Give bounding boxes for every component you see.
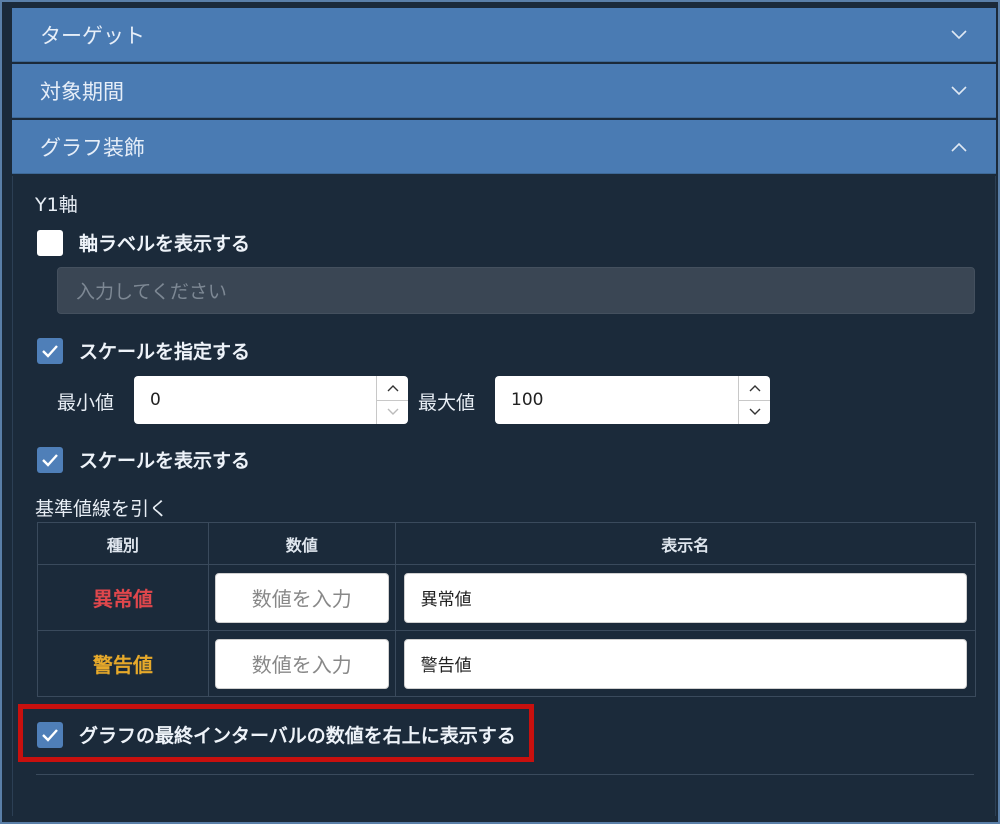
reference-lines-table: 種別 数値 表示名 異常値 数値を入力 異常値 警告値 数値を入力 警告値 [37, 522, 977, 697]
settings-frame: ターゲット 対象期間 グラフ装飾 Y1軸 軸ラベルを表示する 入力してください [0, 0, 1000, 824]
checkbox-unchecked-icon[interactable] [37, 229, 63, 256]
chevron-up-icon [950, 138, 968, 156]
accordion-period[interactable]: 対象期間 [12, 64, 996, 118]
column-header-display-name: 表示名 [394, 522, 977, 565]
spin-up-icon[interactable] [377, 376, 408, 400]
column-header-value: 数値 [207, 522, 396, 565]
axis-label-checkbox[interactable]: 軸ラベルを表示する [37, 229, 250, 256]
divider [36, 774, 974, 775]
check-icon[interactable] [37, 337, 63, 364]
axis-label-placeholder: 入力してください [76, 281, 227, 303]
max-value-label: 最大値 [418, 392, 476, 414]
scale-specify-checkbox[interactable]: スケールを指定する [37, 337, 250, 364]
type-warning: 警告値 [37, 630, 209, 697]
warning-display-name-input[interactable]: 警告値 [403, 638, 967, 689]
value-cell: 数値を入力 [207, 564, 396, 631]
accordion-decoration-title: グラフ装飾 [40, 135, 145, 160]
y1-axis-label: Y1軸 [35, 194, 78, 216]
min-value-spinner [376, 376, 408, 424]
table-header-row: 種別 数値 表示名 [37, 522, 977, 565]
table-row: 警告値 数値を入力 警告値 [37, 630, 977, 697]
warning-value-input[interactable]: 数値を入力 [214, 638, 389, 689]
spin-down-icon[interactable] [739, 399, 770, 425]
reference-lines-label: 基準値線を引く [35, 498, 169, 520]
abnormal-value-input[interactable]: 数値を入力 [214, 572, 389, 623]
accordion-decoration[interactable]: グラフ装飾 [12, 120, 996, 174]
abnormal-display-name-input[interactable]: 異常値 [403, 572, 967, 623]
max-value-text: 100 [511, 390, 544, 410]
show-scale-checkbox[interactable]: スケールを表示する [37, 446, 250, 473]
show-scale-label: スケールを表示する [79, 450, 251, 472]
axis-label-checkbox-label: 軸ラベルを表示する [79, 233, 251, 255]
spin-down-icon[interactable] [377, 399, 408, 425]
max-value-spinner [738, 376, 770, 424]
check-icon[interactable] [37, 446, 63, 473]
display-name-cell: 警告値 [394, 630, 977, 697]
min-value-input[interactable]: 0 [134, 376, 408, 424]
accordion-target-title: ターゲット [40, 23, 145, 48]
chevron-down-icon [950, 26, 968, 44]
value-cell: 数値を入力 [207, 630, 396, 697]
spin-up-icon[interactable] [739, 376, 770, 400]
warning-display-name-text: 警告値 [420, 656, 472, 676]
accordion-target[interactable]: ターゲット [12, 8, 996, 62]
max-value-input[interactable]: 100 [495, 376, 770, 424]
table-row: 異常値 数値を入力 異常値 [37, 564, 977, 631]
axis-label-input[interactable]: 入力してください [57, 267, 975, 314]
abnormal-value-placeholder: 数値を入力 [251, 587, 352, 611]
type-abnormal: 異常値 [37, 564, 209, 631]
min-value-text: 0 [150, 390, 161, 410]
warning-value-placeholder: 数値を入力 [251, 653, 352, 677]
abnormal-display-name-text: 異常値 [420, 590, 472, 610]
accordion-period-title: 対象期間 [40, 79, 124, 104]
scale-specify-label: スケールを指定する [79, 341, 251, 363]
highlight-box [18, 704, 534, 762]
chevron-down-icon [950, 82, 968, 100]
display-name-cell: 異常値 [394, 564, 977, 631]
min-value-label: 最小値 [57, 392, 115, 414]
column-header-type: 種別 [37, 522, 209, 565]
